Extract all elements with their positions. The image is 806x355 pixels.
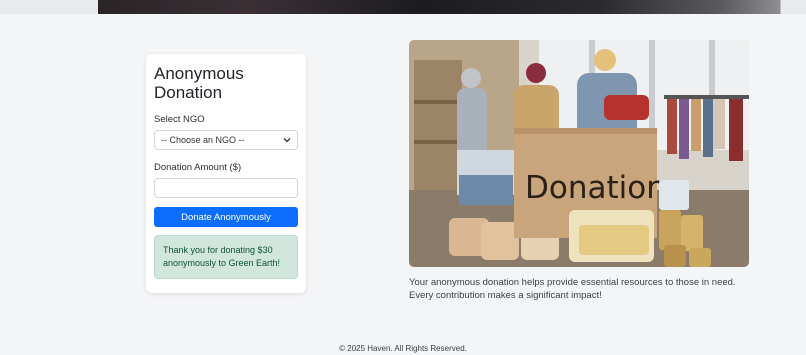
- donation-photo: Donation: [409, 40, 749, 267]
- ngo-select-label: Select NGO: [154, 114, 205, 125]
- amount-label: Donation Amount ($): [154, 162, 242, 173]
- donate-anonymously-button[interactable]: Donate Anonymously: [154, 207, 298, 227]
- donation-form-card: Anonymous Donation Select NGO -- Choose …: [146, 54, 306, 293]
- chevron-down-icon: [283, 135, 291, 145]
- form-title: Anonymous Donation: [154, 64, 244, 102]
- donation-box-text: Donation: [525, 170, 666, 206]
- hero-banner-image: [0, 0, 806, 14]
- success-alert: Thank you for donating $30 anonymously t…: [154, 235, 298, 279]
- donation-caption: Your anonymous donation helps provide es…: [409, 277, 736, 301]
- hero-banner-bottom: [0, 0, 806, 14]
- ngo-select[interactable]: -- Choose an NGO --: [154, 130, 298, 150]
- ngo-select-value: -- Choose an NGO --: [161, 135, 245, 145]
- amount-input[interactable]: [154, 178, 298, 198]
- footer-copyright: © 2025 Haven. All Rights Reserved.: [339, 344, 467, 353]
